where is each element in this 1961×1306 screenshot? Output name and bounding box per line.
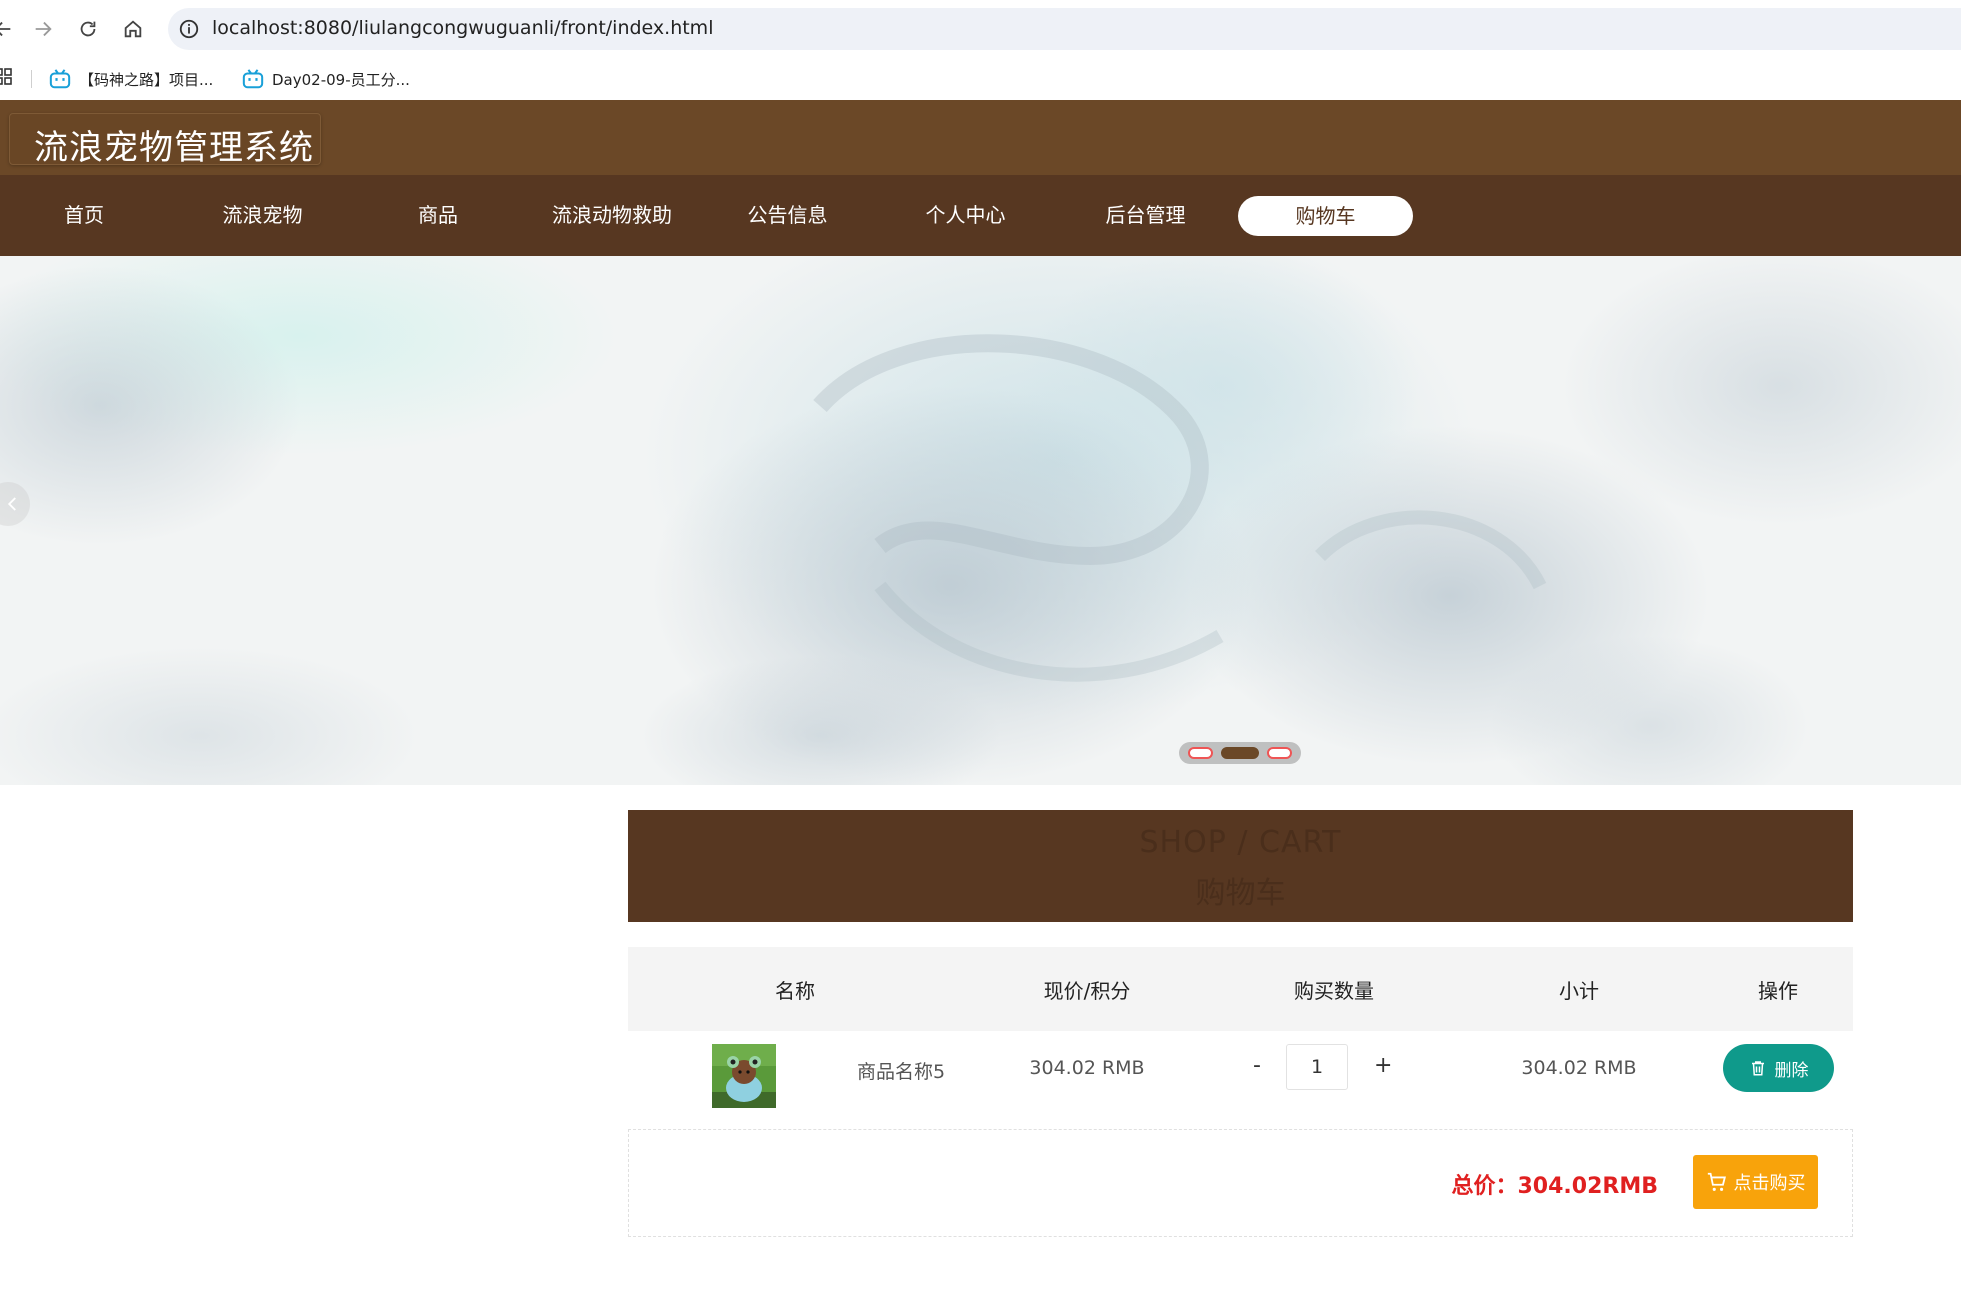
browser-toolbar: localhost:8080/liulangcongwuguanli/front… (0, 0, 1961, 58)
carousel-indicators (1179, 742, 1301, 764)
nav-item-rescue[interactable]: 流浪动物救助 (537, 200, 687, 230)
product-thumbnail[interactable] (712, 1044, 776, 1108)
buy-button-label: 点击购买 (1733, 1173, 1806, 1194)
bookmark-separator (31, 70, 32, 88)
quantity-decrease-button[interactable]: - (1253, 1053, 1261, 1078)
delete-button-label: 删除 (1774, 1060, 1809, 1081)
cart-banner-subtitle: SHOP / CART (1139, 825, 1342, 860)
site-nav: 首页 流浪宠物 商品 流浪动物救助 公告信息 个人中心 后台管理 购物车 (0, 175, 1961, 256)
product-name[interactable]: 商品名称5 (857, 1057, 945, 1084)
bilibili-icon (242, 69, 264, 89)
nav-item-products[interactable]: 商品 (388, 200, 488, 230)
nav-item-stray-pets[interactable]: 流浪宠物 (200, 200, 325, 230)
bookmark-item[interactable]: Day02-09-员工分... (242, 66, 410, 92)
nav-item-announcements[interactable]: 公告信息 (725, 200, 850, 230)
chevron-left-icon (7, 497, 16, 511)
nav-item-home[interactable]: 首页 (40, 200, 128, 230)
quantity-input[interactable] (1286, 1044, 1348, 1090)
site-header: 流浪宠物管理系统 (0, 100, 1961, 175)
total-price: 总价：304.02RMB (1451, 1174, 1659, 1199)
apps-grid-icon[interactable] (0, 68, 12, 86)
cart-summary: 总价：304.02RMB 点击购买 (628, 1129, 1853, 1237)
address-bar[interactable]: localhost:8080/liulangcongwuguanli/front… (168, 8, 1961, 50)
bookmark-label: Day02-09-员工分... (272, 70, 410, 89)
product-price: 304.02 RMB (1029, 1057, 1145, 1079)
nav-item-profile[interactable]: 个人中心 (903, 200, 1028, 230)
table-header: 名称 现价/积分 购买数量 小计 操作 (628, 947, 1853, 1031)
column-header-subtotal: 小计 (1559, 979, 1599, 1003)
buy-button[interactable]: 点击购买 (1693, 1155, 1818, 1209)
reload-icon[interactable] (73, 14, 103, 44)
column-header-actions: 操作 (1758, 979, 1798, 1003)
carousel-indicator-dot[interactable] (1188, 747, 1213, 759)
carousel (0, 256, 1961, 785)
bookmarks-bar: 【码神之路】项目... Day02-09-员工分... (0, 58, 1961, 100)
site-title: 流浪宠物管理系统 (34, 128, 314, 168)
trash-icon (1751, 1061, 1764, 1076)
quantity-increase-button[interactable]: + (1374, 1053, 1392, 1078)
nav-item-cart[interactable]: 购物车 (1238, 196, 1413, 236)
info-icon[interactable] (178, 18, 200, 40)
forward-arrow-icon[interactable] (28, 14, 58, 44)
delete-button[interactable]: 删除 (1723, 1044, 1834, 1092)
bookmark-label: 【码神之路】项目... (79, 70, 214, 89)
carousel-indicator-dot[interactable] (1221, 747, 1259, 759)
cart-banner-title: 购物车 (1195, 876, 1286, 911)
nav-item-admin[interactable]: 后台管理 (1083, 200, 1208, 230)
bilibili-icon (49, 69, 71, 89)
column-header-price: 现价/积分 (1043, 979, 1131, 1003)
home-icon[interactable] (118, 14, 148, 44)
bookmark-item[interactable]: 【码神之路】项目... (49, 66, 213, 92)
column-header-name: 名称 (775, 979, 815, 1003)
carousel-indicator-dot[interactable] (1267, 747, 1292, 759)
product-subtotal: 304.02 RMB (1521, 1057, 1637, 1079)
cart-banner: SHOP / CART 购物车 (628, 810, 1853, 922)
cart-icon (1707, 1172, 1726, 1191)
site-title-box: 流浪宠物管理系统 (9, 113, 321, 168)
carousel-slide-image (0, 256, 1961, 785)
back-arrow-icon[interactable] (0, 14, 18, 44)
table-row (628, 1031, 1853, 1115)
url-text: localhost:8080/liulangcongwuguanli/front… (212, 17, 714, 39)
column-header-quantity: 购买数量 (1294, 979, 1374, 1003)
